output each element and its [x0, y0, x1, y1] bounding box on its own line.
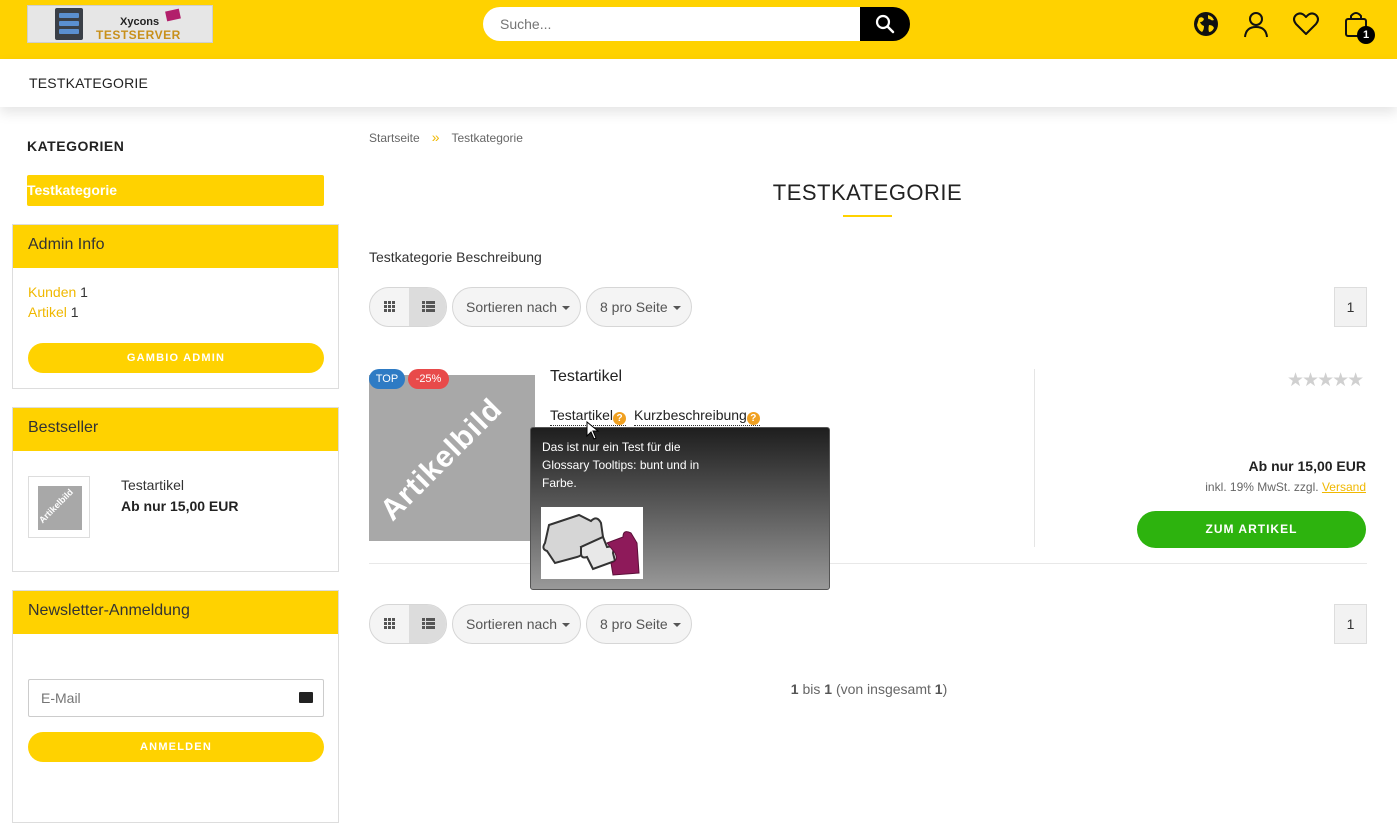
top-badge: TOP — [369, 369, 405, 389]
admin-info-box: Admin Info Kunden 1 Artikel 1 GAMBIO ADM… — [12, 224, 339, 389]
placeholder-label: Artikelbild — [38, 486, 76, 526]
gambio-admin-button[interactable]: GAMBIO ADMIN — [28, 343, 324, 373]
per-page-label: 8 pro Seite — [600, 616, 668, 632]
bestseller-title: Bestseller — [13, 408, 338, 451]
list-view-button[interactable] — [409, 605, 446, 643]
email-input[interactable] — [29, 680, 289, 716]
placeholder-label: Artikelbild — [374, 392, 509, 528]
search-form — [483, 7, 910, 41]
tooltip-text: Das ist nur ein Test für die Glossary To… — [542, 440, 700, 490]
results-summary: 1 bis 1 (von insgesamt 1) — [790, 681, 948, 697]
newsletter-title: Newsletter-Anmeldung — [13, 591, 338, 634]
nav-item-testkategorie[interactable]: TESTKATEGORIE — [29, 75, 148, 91]
puzzle-icon — [542, 513, 640, 576]
globe-icon[interactable] — [1192, 10, 1220, 38]
logo-text-xycons: Xycons — [120, 16, 160, 28]
cart-count-badge: 1 — [1357, 26, 1375, 44]
shipping-link[interactable]: Versand — [1322, 480, 1366, 494]
tax-info: inkl. 19% MwSt. zzgl. Versand — [1205, 480, 1366, 494]
artikel-count: 1 — [70, 304, 79, 320]
sort-label: Sortieren nach — [466, 616, 558, 632]
help-icon: ? — [746, 412, 760, 425]
rating-stars: ★★★★★ — [1287, 369, 1364, 391]
admin-row-artikel: Artikel 1 — [28, 304, 79, 320]
search-button[interactable] — [860, 7, 910, 41]
to-product-button[interactable]: ZUM ARTIKEL — [1137, 511, 1366, 548]
discount-badge: -25% — [408, 369, 449, 389]
product-divider — [1034, 369, 1035, 547]
glossary-tooltip: Das ist nur ein Test für die Glossary To… — [530, 427, 830, 590]
view-toggle — [369, 287, 447, 327]
listing-toolbar-bottom: Sortieren nach 8 pro Seite 1 — [369, 604, 1367, 644]
category-description: Testkategorie Beschreibung — [369, 249, 542, 265]
search-input[interactable] — [483, 7, 863, 41]
per-page-label: 8 pro Seite — [600, 299, 668, 315]
envelope-icon — [299, 692, 313, 703]
grid-view-button[interactable] — [370, 605, 409, 643]
grid-view-button[interactable] — [370, 288, 409, 326]
artikel-link[interactable]: Artikel — [28, 304, 67, 320]
sidebar-item-testkategorie[interactable]: Testkategorie — [27, 175, 324, 206]
list-icon — [422, 301, 435, 312]
caret-down-icon — [672, 306, 681, 311]
sort-label: Sortieren nach — [466, 299, 558, 315]
user-icon[interactable] — [1242, 10, 1270, 38]
admin-row-kunden: Kunden 1 — [28, 284, 88, 300]
pagination-page-1[interactable]: 1 — [1334, 287, 1367, 327]
caret-down-icon — [672, 623, 681, 628]
admin-info-title: Admin Info — [13, 225, 338, 268]
list-icon — [422, 618, 435, 629]
mouse-cursor-icon — [586, 421, 600, 440]
product-image[interactable]: Artikelbild — [369, 375, 535, 541]
heart-icon[interactable] — [1292, 10, 1320, 38]
title-underline — [843, 215, 892, 217]
caret-down-icon — [562, 623, 571, 628]
bestseller-thumbnail[interactable]: Artikelbild — [28, 476, 90, 538]
logo-badge-icon — [165, 8, 181, 22]
list-view-button[interactable] — [409, 288, 446, 326]
product-separator — [369, 563, 1367, 564]
breadcrumb-home[interactable]: Startseite — [369, 131, 420, 145]
grid-icon — [384, 301, 395, 312]
sort-dropdown[interactable]: Sortieren nach — [452, 604, 581, 644]
listing-toolbar-top: Sortieren nach 8 pro Seite 1 — [369, 287, 1367, 327]
bestseller-box: Bestseller Artikelbild Testartikel Ab nu… — [12, 407, 339, 572]
product-placeholder-image: Artikelbild — [38, 486, 82, 530]
puzzle-image — [541, 507, 643, 579]
bestseller-item-name[interactable]: Testartikel — [121, 477, 184, 493]
sort-dropdown[interactable]: Sortieren nach — [452, 287, 581, 327]
breadcrumb-current: Testkategorie — [451, 131, 523, 145]
product-name[interactable]: Testartikel — [550, 368, 622, 386]
product-price: Ab nur 15,00 EUR — [1248, 458, 1366, 474]
bestseller-item-price: Ab nur 15,00 EUR — [121, 498, 239, 514]
category-nav: TESTKATEGORIE — [0, 59, 1397, 107]
glossary-term-kurzbeschreibung[interactable]: Kurzbeschreibung? — [634, 407, 760, 426]
shop-logo[interactable]: Xycons TESTSERVER — [27, 5, 213, 43]
kunden-count: 1 — [80, 284, 88, 300]
search-icon — [875, 14, 895, 33]
server-icon — [55, 8, 83, 40]
per-page-dropdown[interactable]: 8 pro Seite — [586, 287, 692, 327]
categories-heading: KATEGORIEN — [27, 138, 125, 154]
header-bar: Xycons TESTSERVER 1 — [0, 0, 1397, 59]
view-toggle — [369, 604, 447, 644]
breadcrumb-separator: » — [431, 129, 440, 145]
newsletter-subscribe-button[interactable]: ANMELDEN — [28, 732, 324, 762]
grid-icon — [384, 618, 395, 629]
page-title: TESTKATEGORIE — [772, 180, 963, 205]
newsletter-box: Newsletter-Anmeldung ANMELDEN — [12, 590, 339, 823]
per-page-dropdown[interactable]: 8 pro Seite — [586, 604, 692, 644]
kunden-link[interactable]: Kunden — [28, 284, 76, 300]
help-icon: ? — [613, 412, 627, 425]
breadcrumb: Startseite » Testkategorie — [369, 129, 523, 145]
newsletter-email-field — [28, 679, 324, 717]
logo-text-testserver: TESTSERVER — [96, 28, 181, 42]
pagination-page-1[interactable]: 1 — [1334, 604, 1367, 644]
caret-down-icon — [562, 306, 571, 311]
